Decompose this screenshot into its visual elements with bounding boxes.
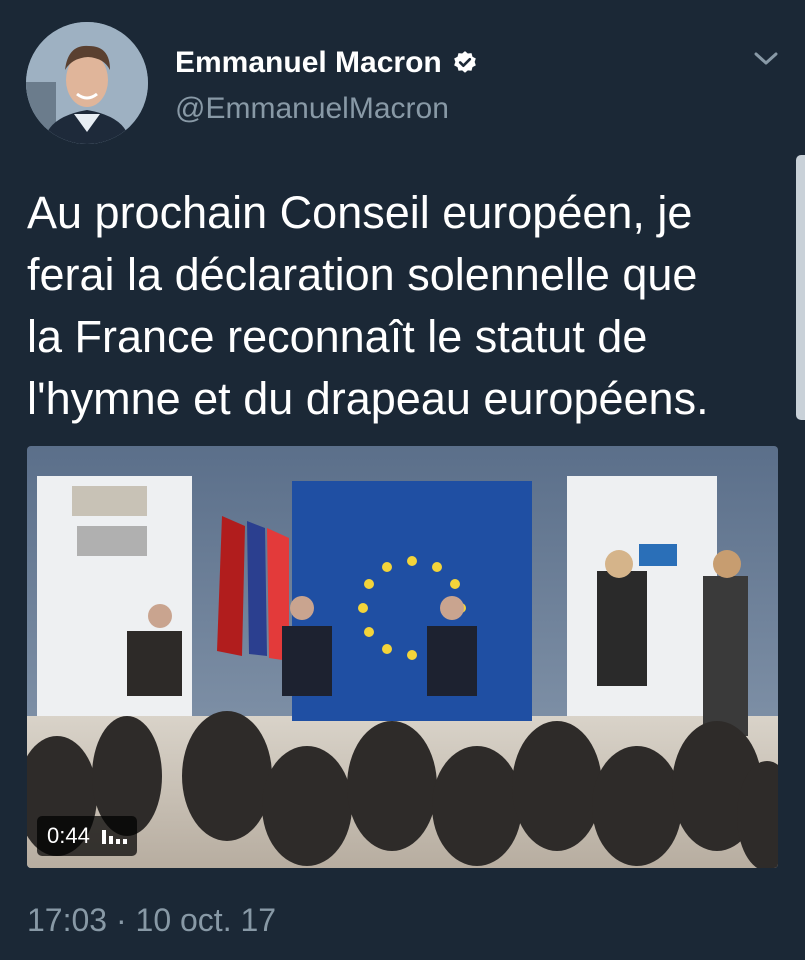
verified-badge-icon [453, 51, 476, 73]
video-duration: 0:44 [47, 823, 90, 848]
author-name-row: Emmanuel Macron [175, 46, 478, 80]
scrollbar-thumb[interactable] [796, 155, 805, 420]
video-duration-badge: 0:44 [37, 816, 137, 856]
chevron-down-icon[interactable] [752, 44, 780, 72]
tweet-text: Au prochain Conseil européen, je ferai l… [27, 187, 709, 424]
author-avatar[interactable] [26, 22, 148, 144]
video-thumbnail [27, 446, 778, 868]
author-handle[interactable]: @EmmanuelMacron [175, 92, 449, 126]
author-display-name[interactable]: Emmanuel Macron [175, 46, 442, 80]
sound-bars-icon [101, 828, 127, 844]
tweet-timestamp[interactable]: 17:03 · 10 oct. 17 [27, 902, 276, 939]
video-player[interactable]: 0:44 [27, 446, 778, 868]
